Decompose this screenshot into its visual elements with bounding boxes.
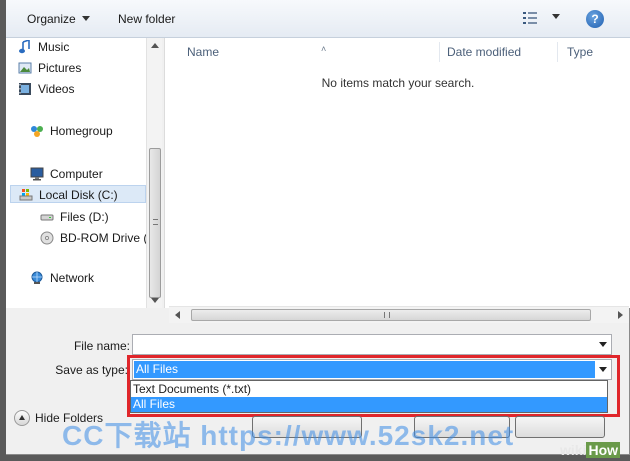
column-header-name[interactable]: ˄ Name	[181, 42, 433, 62]
save-as-type-label: Save as type:	[55, 363, 128, 377]
nav-item-label: BD-ROM Drive (	[60, 231, 148, 245]
homegroup-icon	[31, 126, 43, 137]
videos-icon	[19, 83, 31, 95]
nav-item-pictures[interactable]: Pictures	[18, 59, 82, 77]
collapse-up-icon	[14, 410, 30, 426]
disc-icon	[40, 231, 54, 245]
scroll-down-icon[interactable]	[151, 298, 159, 303]
nav-item-label: Local Disk (C:)	[39, 188, 118, 202]
nav-item-computer[interactable]: Computer	[30, 165, 103, 183]
view-options-button[interactable]	[523, 11, 537, 28]
nav-item-homegroup[interactable]: Homegroup	[31, 122, 113, 140]
navigation-pane: Music Pictures Videos Homegroup Computer…	[6, 38, 162, 308]
grip-icon	[153, 219, 158, 225]
wikihow-wiki-text: wiki	[560, 442, 587, 458]
nav-item-label: Pictures	[38, 61, 82, 75]
view-list-icon	[523, 12, 537, 24]
help-icon: ?	[591, 12, 599, 26]
nav-item-local-disk[interactable]: Local Disk (C:)	[10, 185, 146, 203]
scroll-right-icon[interactable]	[618, 311, 623, 319]
column-divider[interactable]	[557, 42, 558, 62]
drive-icon	[40, 214, 54, 221]
file-name-value	[134, 336, 595, 353]
chevron-down-icon[interactable]	[599, 342, 607, 347]
new-folder-label: New folder	[118, 12, 176, 26]
wikihow-how-text: How	[586, 442, 621, 458]
organize-button[interactable]: Organize	[27, 12, 90, 26]
file-name-label: File name:	[73, 339, 130, 353]
local-disk-icon	[19, 189, 33, 201]
grip-icon	[384, 312, 390, 318]
nav-item-label: Music	[38, 40, 70, 54]
music-icon	[19, 40, 30, 54]
column-divider[interactable]	[439, 42, 440, 62]
chevron-down-icon	[552, 14, 560, 19]
file-list-pane: ˄ Name Date modified Type No items match…	[164, 38, 630, 323]
nav-item-files-d[interactable]: Files (D:)	[40, 208, 109, 226]
computer-icon	[30, 167, 44, 181]
wikihow-logo: wiki How	[560, 442, 621, 458]
horizontal-scroll-thumb[interactable]	[191, 309, 591, 321]
sort-up-icon: ˄	[321, 44, 327, 54]
network-icon	[31, 271, 43, 284]
help-button[interactable]: ?	[586, 10, 604, 28]
empty-message: No items match your search.	[321, 76, 475, 90]
nav-item-label: Files (D:)	[60, 210, 109, 224]
nav-item-bd-rom[interactable]: BD-ROM Drive (	[40, 229, 148, 247]
nav-item-label: Homegroup	[50, 124, 113, 138]
nav-item-label: Network	[50, 271, 95, 285]
pictures-icon	[18, 62, 32, 74]
organize-label: Organize	[27, 12, 76, 26]
column-header-date-modified[interactable]: Date modified	[441, 42, 557, 62]
cancel-button[interactable]	[515, 416, 605, 438]
nav-scroll-thumb[interactable]	[149, 148, 161, 298]
horizontal-scrollbar[interactable]	[169, 306, 629, 323]
nav-item-music[interactable]: Music	[19, 38, 70, 56]
view-dropdown-button[interactable]	[546, 10, 560, 24]
nav-item-network[interactable]: Network	[31, 269, 95, 287]
chevron-down-icon	[81, 16, 90, 21]
nav-item-label: Videos	[38, 82, 75, 96]
column-type-label: Type	[567, 45, 594, 59]
column-header-type[interactable]: Type	[561, 42, 621, 62]
column-date-label: Date modified	[447, 45, 522, 59]
file-name-field[interactable]	[132, 334, 612, 355]
nav-scrollbar[interactable]	[146, 38, 162, 308]
nav-item-label: Computer	[50, 167, 103, 181]
new-folder-button[interactable]: New folder	[118, 12, 175, 26]
watermark: CC下载站 https://www.52sk2.net	[62, 420, 515, 451]
scroll-left-icon[interactable]	[175, 311, 180, 319]
scroll-up-icon[interactable]	[151, 43, 159, 48]
toolbar: Organize New folder ?	[6, 0, 630, 38]
nav-item-videos[interactable]: Videos	[19, 80, 75, 98]
column-name-label: Name	[187, 45, 220, 59]
annotation-highlight-box	[127, 355, 620, 417]
